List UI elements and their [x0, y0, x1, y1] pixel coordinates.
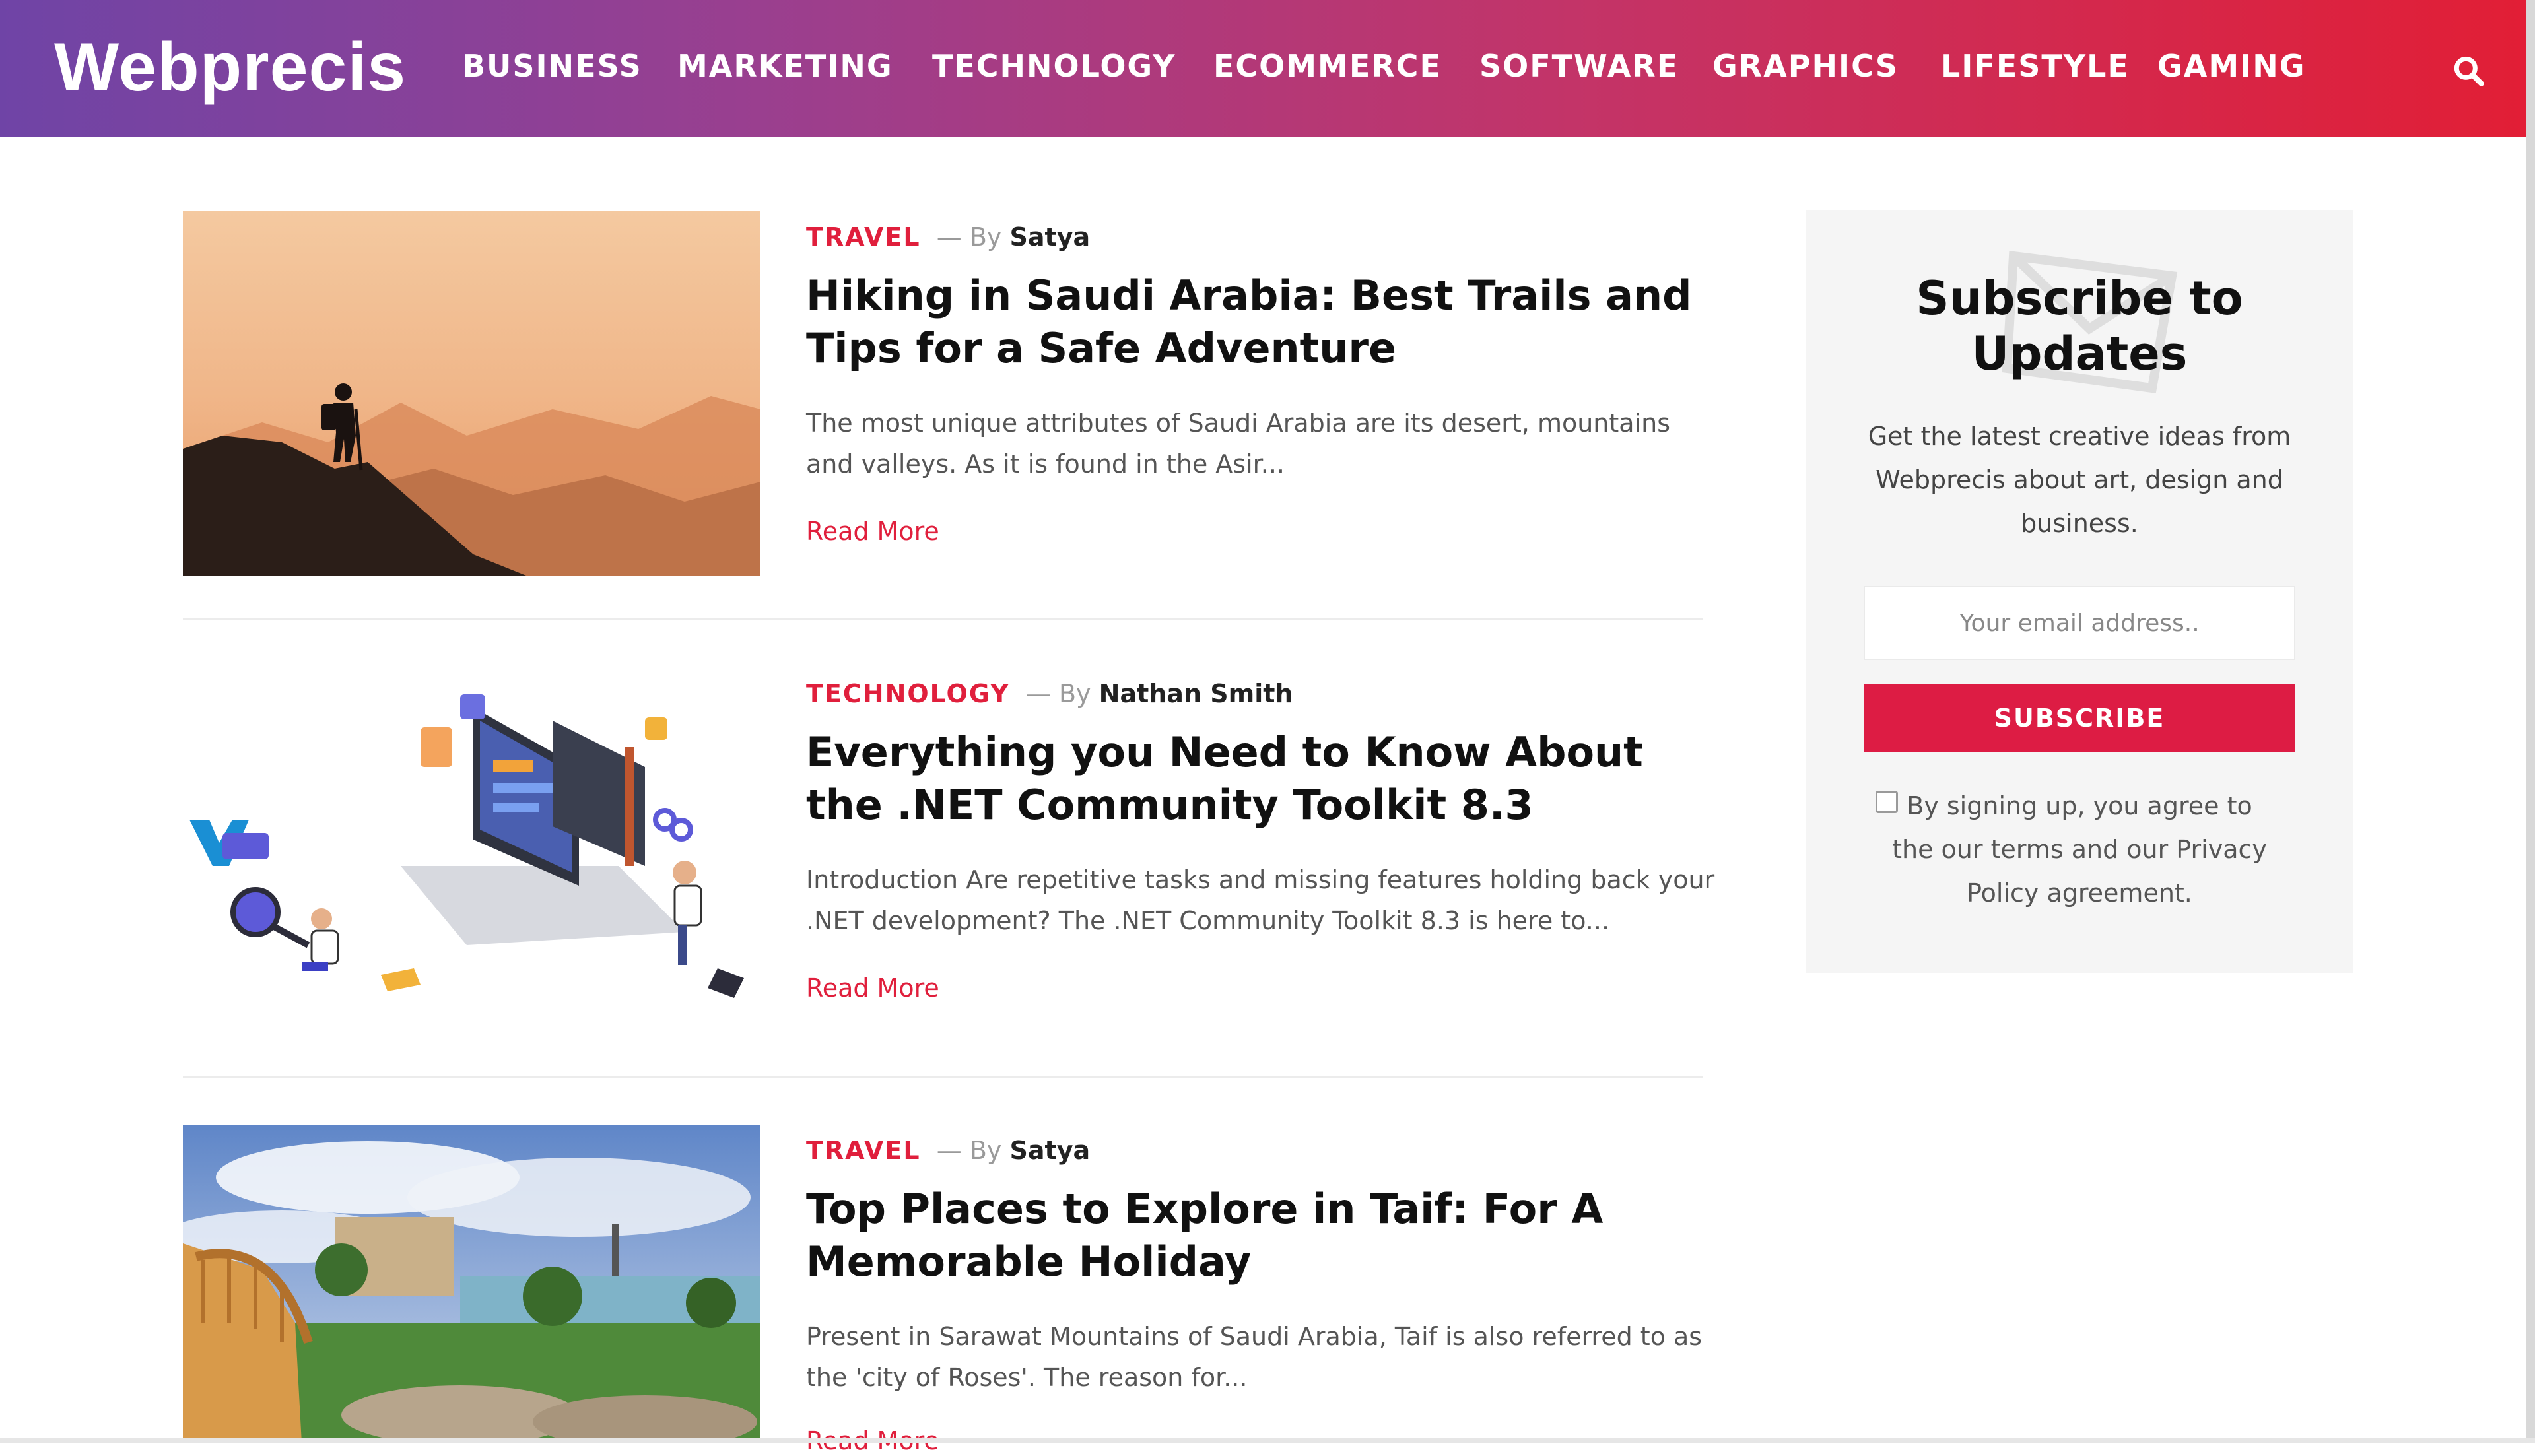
post-title[interactable]: Hiking in Saudi Arabia: Best Trails and …	[806, 269, 1717, 375]
post-thumbnail[interactable]	[183, 668, 760, 1032]
meta-separator: —	[1025, 679, 1051, 708]
post-category[interactable]: TRAVEL	[806, 1136, 921, 1165]
post-divider	[183, 1076, 1703, 1078]
isometric-developer-illustration	[183, 668, 760, 1032]
by-label: By	[969, 1136, 1002, 1165]
by-label: By	[1058, 679, 1091, 708]
meta-separator: —	[936, 222, 962, 251]
subscribe-description: Get the latest creative ideas from Webpr…	[1868, 422, 2291, 538]
nav-graphics[interactable]: GRAPHICS	[1712, 48, 1899, 84]
nav-technology[interactable]: TECHNOLOGY	[932, 48, 1176, 84]
read-more-link[interactable]: Read More	[806, 973, 939, 1003]
hiker-silhouette-image	[183, 211, 760, 576]
taif-park-image	[183, 1125, 760, 1443]
post-meta: TECHNOLOGY — By Nathan Smith	[806, 678, 1293, 709]
nav-software[interactable]: SOFTWARE	[1479, 48, 1679, 84]
nav-ecommerce[interactable]: ECOMMERCE	[1213, 48, 1442, 84]
site-logo[interactable]: Webprecis	[54, 28, 406, 107]
post-thumbnail[interactable]	[183, 1125, 760, 1443]
nav-marketing[interactable]: MARKETING	[677, 48, 893, 84]
post-category[interactable]: TECHNOLOGY	[806, 679, 1010, 708]
subscribe-button[interactable]: SUBSCRIBE	[1864, 684, 2295, 752]
by-label: By	[969, 222, 1002, 251]
post-author[interactable]: Nathan Smith	[1099, 679, 1293, 708]
post-meta: TRAVEL — By Satya	[806, 222, 1090, 252]
post-divider	[183, 618, 1703, 620]
post-author[interactable]: Satya	[1010, 222, 1091, 251]
post-meta: TRAVEL — By Satya	[806, 1135, 1090, 1166]
read-more-link[interactable]: Read More	[806, 516, 939, 546]
post-thumbnail[interactable]	[183, 211, 760, 576]
post-category[interactable]: TRAVEL	[806, 222, 921, 251]
window-edge	[0, 1438, 2535, 1443]
subscribe-widget: Subscribe to Updates Get the latest crea…	[1806, 210, 2353, 973]
post-excerpt: Present in Sarawat Mountains of Saudi Ar…	[806, 1322, 1703, 1392]
post-title[interactable]: Everything you Need to Know About the .N…	[806, 726, 1717, 832]
agree-text: By signing up, you agree to the our term…	[1892, 791, 2267, 908]
search-icon[interactable]	[2450, 53, 2487, 90]
window-edge	[2526, 0, 2535, 1443]
email-input[interactable]	[1864, 586, 2295, 660]
nav-lifestyle[interactable]: LIFESTYLE	[1941, 48, 2130, 84]
post-author[interactable]: Satya	[1010, 1136, 1091, 1165]
post-excerpt: Introduction Are repetitive tasks and mi…	[806, 865, 1715, 935]
nav-gaming[interactable]: GAMING	[2157, 48, 2306, 84]
post-title[interactable]: Top Places to Explore in Taif: For A Mem…	[806, 1183, 1717, 1288]
subscribe-title: Subscribe to Updates	[1916, 271, 2243, 381]
site-header: Webprecis BUSINESS MARKETING TECHNOLOGY …	[0, 0, 2535, 137]
nav-business[interactable]: BUSINESS	[462, 48, 642, 84]
post-excerpt: The most unique attributes of Saudi Arab…	[806, 409, 1670, 479]
meta-separator: —	[936, 1136, 962, 1165]
